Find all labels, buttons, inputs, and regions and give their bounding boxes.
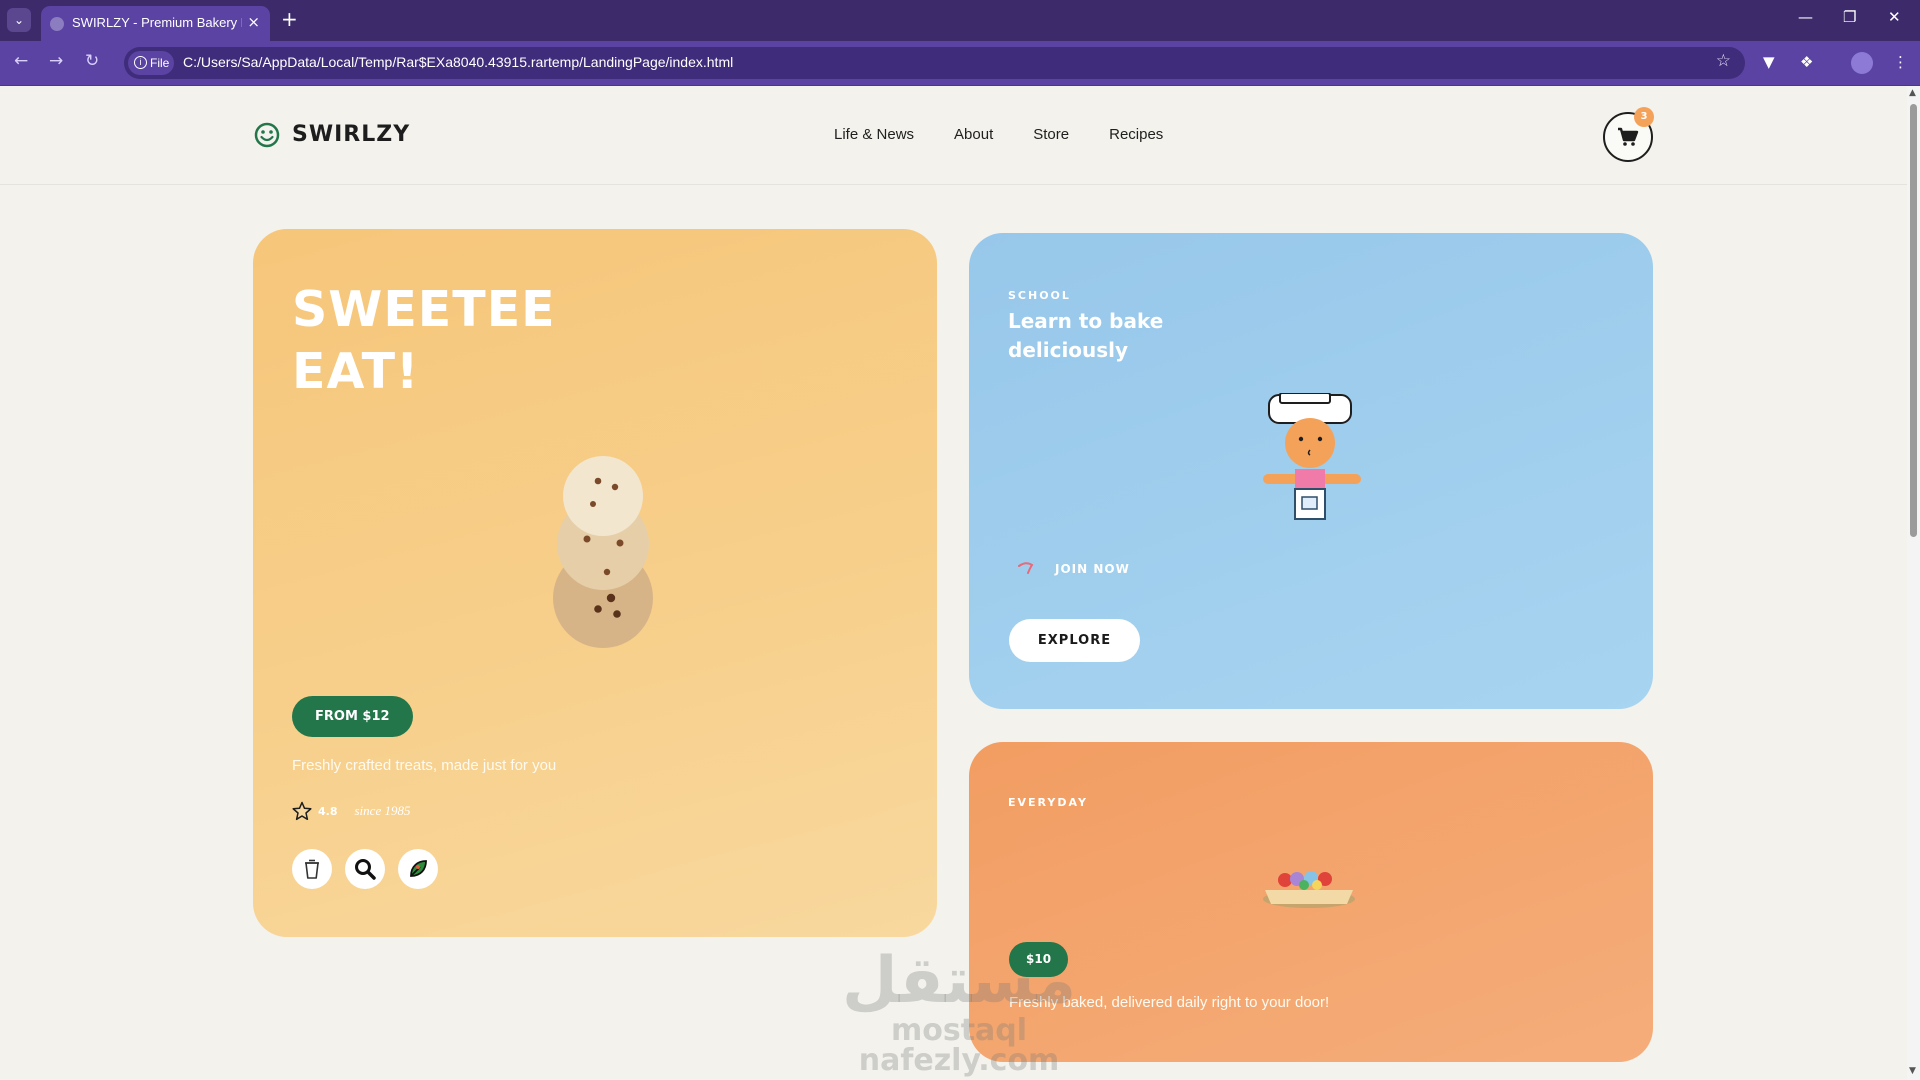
tab-list-button[interactable]: ⌄ bbox=[7, 8, 31, 32]
scroll-up-icon[interactable]: ▲ bbox=[1909, 88, 1916, 98]
scrollbar-thumb[interactable] bbox=[1910, 104, 1917, 537]
from-price-pill[interactable]: FROM $12 bbox=[292, 696, 413, 737]
browser-toolbar: ← → ↻ i File C:/Users/Sa/AppData/Local/T… bbox=[0, 41, 1920, 86]
tab-title: SWIRLZY - Premium Bakery Landing Page bbox=[72, 15, 242, 30]
rating-row: 4.8 since 1985 bbox=[292, 801, 410, 821]
search-icon bbox=[355, 859, 376, 880]
nav-link-store[interactable]: Store bbox=[1033, 126, 1069, 143]
forward-icon[interactable]: → bbox=[49, 51, 63, 71]
explore-button[interactable]: EXPLORE bbox=[1009, 619, 1140, 662]
everyday-price-pill[interactable]: $10 bbox=[1009, 942, 1069, 977]
scroll-down-icon[interactable]: ▼ bbox=[1909, 1066, 1916, 1076]
nav-link-about[interactable]: About bbox=[954, 126, 993, 143]
treat-basket-icon bbox=[1263, 871, 1355, 908]
bookmark-star-icon[interactable]: ☆ bbox=[1716, 51, 1731, 71]
school-title: Learn to bake deliciously bbox=[1008, 309, 1164, 362]
browser-tab-active[interactable]: SWIRLZY - Premium Bakery Landing Page × bbox=[41, 6, 270, 41]
nav-link-life-news[interactable]: Life & News bbox=[834, 126, 914, 143]
site-info-chip[interactable]: i File bbox=[128, 51, 174, 75]
extensions-puzzle-icon[interactable]: ❖ bbox=[1800, 53, 1813, 71]
leaf-button[interactable] bbox=[398, 849, 438, 889]
hero-title-line-2: EAT! bbox=[292, 343, 420, 400]
tab-close-icon[interactable]: × bbox=[247, 13, 260, 31]
browser-tab-strip: ⌄ SWIRLZY - Premium Bakery Landing Page … bbox=[0, 0, 1920, 41]
baker-illustration-icon bbox=[1263, 393, 1361, 520]
extension-shield-icon[interactable]: ▼ bbox=[1763, 53, 1775, 71]
join-now-link[interactable]: JOIN NOW bbox=[1017, 561, 1130, 577]
page-scrollbar[interactable]: ▲ ▼ bbox=[1907, 86, 1920, 1080]
smiley-logo-icon bbox=[254, 122, 280, 148]
restore-icon[interactable]: ❐ bbox=[1843, 8, 1856, 26]
hero-title-line-1: SWEETEE bbox=[292, 281, 556, 338]
search-button[interactable] bbox=[345, 849, 385, 889]
profile-avatar[interactable] bbox=[1851, 52, 1873, 74]
hero-card: SWEETEE EAT! FROM $12 Freshly crafted tr… bbox=[253, 229, 937, 937]
hero-title: SWEETEE EAT! bbox=[292, 279, 556, 403]
school-card: SCHOOL Learn to bake deliciously JOIN NO… bbox=[969, 233, 1653, 709]
hero-subtitle: Freshly crafted treats, made just for yo… bbox=[292, 757, 557, 774]
rating-value: 4.8 bbox=[318, 804, 338, 818]
cup-button[interactable] bbox=[292, 849, 332, 889]
reload-icon[interactable]: ↻ bbox=[85, 51, 99, 71]
join-now-label: JOIN NOW bbox=[1055, 562, 1130, 576]
everyday-eyebrow: EVERYDAY bbox=[1008, 796, 1088, 809]
nav-link-recipes[interactable]: Recipes bbox=[1109, 126, 1163, 143]
swirl-arrow-icon bbox=[1018, 562, 1034, 574]
cup-icon bbox=[305, 859, 319, 879]
main-nav: Life & News About Store Recipes bbox=[834, 126, 1163, 143]
everyday-card: EVERYDAY $10 Freshly baked, delivered da… bbox=[969, 742, 1653, 1062]
new-tab-button[interactable]: + bbox=[281, 7, 298, 31]
favicon-icon bbox=[50, 17, 64, 31]
cookie-stack-icon bbox=[553, 456, 653, 648]
star-icon bbox=[292, 801, 312, 821]
menu-kebab-icon[interactable]: ⋮ bbox=[1893, 53, 1908, 71]
info-icon: i bbox=[134, 56, 147, 69]
since-year: since 1985 bbox=[354, 803, 411, 818]
back-icon[interactable]: ← bbox=[14, 51, 28, 71]
brand-logo[interactable]: SWIRLZY bbox=[292, 122, 410, 147]
page-viewport: SWIRLZY Life & News About Store Recipes … bbox=[0, 86, 1907, 1080]
cart-count-badge: 3 bbox=[1634, 107, 1654, 127]
address-bar[interactable]: i File C:/Users/Sa/AppData/Local/Temp/Ra… bbox=[124, 47, 1745, 79]
leaf-icon bbox=[410, 860, 427, 877]
window-close-icon[interactable]: ✕ bbox=[1888, 8, 1901, 26]
minimize-icon[interactable]: — bbox=[1798, 8, 1813, 26]
site-header: SWIRLZY Life & News About Store Recipes … bbox=[0, 86, 1907, 185]
school-eyebrow: SCHOOL bbox=[1008, 289, 1071, 302]
feature-icons bbox=[292, 849, 438, 889]
url-text[interactable]: C:/Users/Sa/AppData/Local/Temp/Rar$EXa80… bbox=[183, 54, 733, 70]
everyday-subtitle: Freshly baked, delivered daily right to … bbox=[1009, 994, 1330, 1011]
site-chip-label: File bbox=[150, 56, 170, 70]
